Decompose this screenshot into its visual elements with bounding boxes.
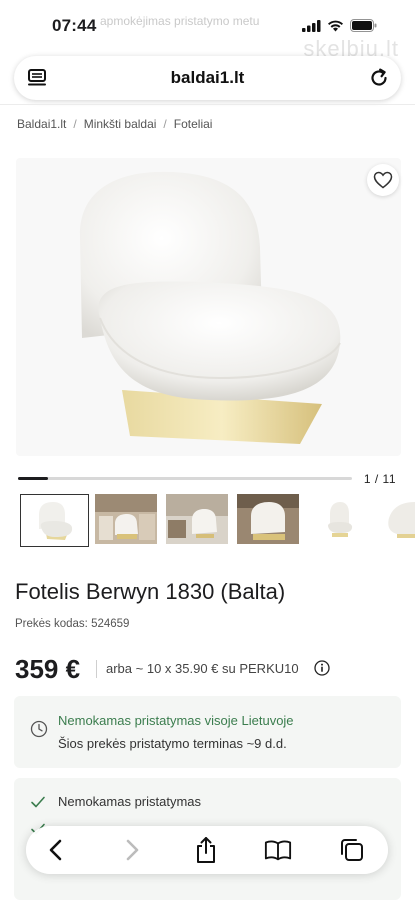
product-image[interactable] — [60, 168, 360, 448]
benefit-item: Nemokamas pristatymas — [14, 791, 401, 815]
breadcrumb-item-soft-furniture[interactable]: Minkšti baldai — [84, 117, 157, 131]
checkmark-icon — [31, 796, 45, 808]
back-arrow-icon — [49, 839, 62, 861]
url-text[interactable]: baldai1.lt — [14, 68, 401, 88]
back-button[interactable] — [42, 836, 70, 864]
bookmarks-button[interactable] — [264, 836, 292, 864]
address-bar[interactable]: baldai1.lt — [14, 56, 401, 100]
delivery-info-box: Nemokamas pristatymas visoje Lietuvoje Š… — [14, 696, 401, 768]
gallery-counter: 1 / 11 — [363, 472, 396, 486]
thumbnail-image — [95, 494, 157, 544]
status-time: 07:44 — [52, 16, 97, 35]
favorite-button[interactable] — [367, 164, 399, 196]
delivery-title: Nemokamas pristatymas visoje Lietuvoje — [58, 713, 294, 728]
thumbnail-strip[interactable] — [20, 494, 415, 548]
delivery-subtitle: Šios prekės pristatymo terminas ~9 d.d. — [58, 736, 287, 751]
breadcrumb-separator: / — [73, 117, 77, 131]
breadcrumb: Baldai1.lt / Minkšti baldai / Foteliai — [17, 117, 212, 131]
thumbnail-image — [379, 494, 415, 544]
installment-offer: arba ~ 10 x 35.90 € su PERKU10 — [106, 661, 299, 676]
tabs-icon — [341, 839, 363, 861]
clock-icon — [30, 720, 48, 738]
thumbnail-image — [21, 495, 88, 546]
thumbnail-image — [166, 494, 228, 544]
price-divider — [96, 660, 97, 678]
thumbnail[interactable] — [95, 494, 161, 546]
thumbnail-image — [308, 494, 370, 544]
thumbnail[interactable] — [308, 494, 374, 546]
thumbnail[interactable] — [237, 494, 303, 546]
cellular-signal-icon — [302, 19, 321, 32]
background-banner-text: apmokėjimas pristatymo metu — [100, 14, 260, 28]
battery-icon — [350, 19, 377, 32]
thumbnail-image — [237, 494, 299, 544]
tabs-button[interactable] — [338, 836, 366, 864]
product-title: Fotelis Berwyn 1830 (Balta) — [15, 579, 286, 604]
thumbnail[interactable] — [20, 494, 89, 547]
forward-arrow-icon — [126, 839, 139, 861]
wifi-icon — [328, 20, 343, 31]
product-price: 359 € — [15, 654, 81, 684]
breadcrumb-item-armchairs[interactable]: Foteliai — [174, 117, 213, 131]
bookmarks-icon — [264, 840, 292, 861]
info-icon[interactable] — [314, 660, 330, 676]
gallery-progress-fill — [18, 477, 49, 480]
browser-toolbar — [26, 826, 388, 874]
thumbnail[interactable] — [379, 494, 415, 546]
forward-button[interactable] — [118, 836, 146, 864]
breadcrumb-separator: / — [163, 117, 167, 131]
product-sku: Prekės kodas: 524659 — [15, 618, 130, 630]
heart-icon — [373, 171, 393, 189]
share-icon — [197, 837, 215, 863]
thumbnail[interactable] — [166, 494, 232, 546]
status-icons — [302, 19, 377, 32]
benefit-label: Nemokamas pristatymas — [58, 794, 202, 809]
share-button[interactable] — [192, 836, 220, 864]
header-divider — [0, 104, 415, 105]
reload-icon[interactable] — [367, 66, 391, 90]
gallery-progress-bar — [18, 477, 352, 480]
breadcrumb-item-home[interactable]: Baldai1.lt — [17, 117, 66, 131]
